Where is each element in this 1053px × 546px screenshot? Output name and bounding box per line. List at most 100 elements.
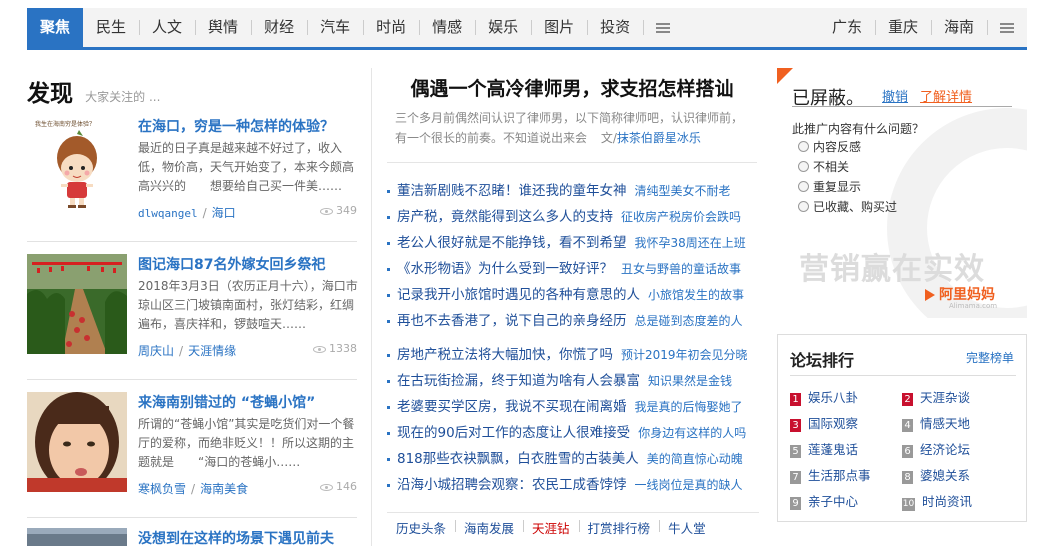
rank-badge: 7	[790, 471, 801, 484]
tab-region-hainan[interactable]: 海南	[930, 8, 987, 47]
feedback-option[interactable]: 重复显示	[798, 178, 861, 195]
news-subline[interactable]: 预计2019年初会见分晓	[621, 348, 748, 362]
article-card: 没想到在这样的场景下遇见前夫	[27, 528, 357, 546]
article-thumbnail[interactable]: 我生在海南穷是体验？	[27, 116, 127, 216]
article-board[interactable]: 海口	[212, 206, 236, 220]
radio-icon[interactable]	[798, 141, 809, 152]
tab-finance[interactable]: 财经	[251, 8, 307, 47]
news-headline[interactable]: 房地产税立法将大幅加快，你慌了吗	[397, 347, 613, 363]
tab-region-chongqing[interactable]: 重庆	[874, 8, 931, 47]
more-channels-button[interactable]	[643, 8, 683, 47]
news-subline[interactable]: 征收房产税房价会跌吗	[621, 210, 741, 224]
news-item: 房产税，竟然能得到这么多人的支持 征收房产税房价会跌吗	[387, 204, 759, 230]
article-excerpt: 2018年3月3日（农历正月十六），海口市琼山区三门坡镇南面村，张灯结彩，红绸遍…	[138, 279, 358, 331]
news-subline[interactable]: 我怀孕38周还在上班	[635, 236, 746, 250]
news-subline[interactable]: 美的简直惊心动魄	[647, 452, 743, 466]
news-list: 房地产税立法将大幅加快，你慌了吗 预计2019年初会见分晓 在古玩街捡漏，终于知道…	[387, 342, 759, 498]
tab-fashion[interactable]: 时尚	[363, 8, 419, 47]
discover-title: 发现	[27, 81, 73, 107]
news-headline[interactable]: 老婆要买学区房，我说不买现在闹离婚	[397, 399, 627, 415]
menu-icon	[1000, 22, 1014, 33]
full-list-link[interactable]: 完整榜单	[966, 349, 1014, 366]
tab-emotion[interactable]: 情感	[419, 8, 475, 47]
news-headline[interactable]: 现在的90后对工作的态度让人很难接受	[397, 425, 630, 441]
tab-culture[interactable]: 人文	[139, 8, 195, 47]
news-subline[interactable]: 你身边有这样的人吗	[638, 426, 746, 440]
news-subline[interactable]: 清纯型美女不耐老	[635, 184, 731, 198]
forum-rank-item[interactable]: 8 婆媳关系	[902, 465, 970, 484]
alimama-logo: 阿里妈妈	[925, 284, 995, 304]
learn-more-link[interactable]: 了解详情	[920, 86, 972, 105]
radio-icon[interactable]	[798, 201, 809, 212]
featured-title[interactable]: 偶遇一个高冷律师男，求支招怎样搭讪	[387, 70, 757, 108]
news-subline[interactable]: 总是碰到态度差的人	[635, 314, 743, 328]
article-thumbnail[interactable]	[27, 528, 127, 546]
feedback-option[interactable]: 已收藏、购买过	[798, 198, 897, 215]
forum-rank-item[interactable]: 3 国际观察	[790, 413, 858, 432]
forum-rank-item[interactable]: 6 经济论坛	[902, 439, 970, 458]
article-thumbnail[interactable]	[27, 392, 127, 492]
news-headline[interactable]: 董洁新剧贱不忍睹！谁还我的童年女神	[397, 183, 627, 199]
undo-link[interactable]: 撤销	[882, 86, 908, 105]
forum-rank-item[interactable]: 1 娱乐八卦	[790, 387, 858, 406]
forum-rank-item[interactable]: 10 时尚资讯	[902, 491, 972, 511]
news-subline[interactable]: 丑女与野兽的童话故事	[621, 262, 741, 276]
article-title[interactable]: 图记海口87名外嫁女回乡祭祀	[138, 254, 358, 274]
radio-icon[interactable]	[798, 181, 809, 192]
news-headline[interactable]: 房产税，竟然能得到这么多人的支持	[397, 209, 613, 225]
tab-entertainment[interactable]: 娱乐	[475, 8, 531, 47]
featured-author[interactable]: 抹茶伯爵星冰乐	[617, 131, 701, 145]
news-headline[interactable]: 老公人很好就是不能挣钱，看不到希望	[397, 235, 627, 251]
forum-ranking-title: 论坛排行	[790, 351, 855, 370]
article-card: 来海南别错过的 “苍蝇小馆” 所谓的“苍蝇小馆”其实是吃货们对一个餐厅的爱称，而…	[27, 392, 357, 518]
eye-icon	[320, 483, 333, 491]
news-headline[interactable]: 再也不去香港了，说下自己的亲身经历	[397, 313, 627, 329]
tab-region-guangdong[interactable]: 广东	[819, 8, 875, 47]
article-author[interactable]: 周庆山	[138, 344, 174, 358]
tab-auto[interactable]: 汽车	[307, 8, 363, 47]
tab-pictures[interactable]: 图片	[531, 8, 587, 47]
news-headline[interactable]: 记录我开小旅馆时遇见的各种有意思的人	[397, 287, 640, 303]
feedback-question: 此推广内容有什么问题？	[792, 122, 925, 136]
news-headline[interactable]: 《水形物语》为什么受到一致好评？	[397, 261, 613, 277]
article-board[interactable]: 天涯情缘	[188, 344, 236, 358]
news-subline[interactable]: 我是真的后悔娶她了	[635, 400, 743, 414]
feedback-option[interactable]: 内容反感	[798, 138, 861, 155]
tab-livelihood[interactable]: 民生	[83, 8, 139, 47]
link-history-headlines[interactable]: 历史头条	[387, 518, 455, 537]
rank-badge: 2	[902, 393, 913, 406]
ad-watermark: 营销赢在实效	[799, 252, 985, 287]
link-tianya-diamond[interactable]: 天涯钻	[523, 518, 579, 537]
news-subline[interactable]: 小旅馆发生的故事	[648, 288, 744, 302]
article-board[interactable]: 海南美食	[200, 482, 248, 496]
news-headline[interactable]: 沿海小城招聘会观察：农民工成香饽饽	[397, 477, 627, 493]
tab-focus[interactable]: 聚焦	[27, 8, 84, 47]
article-title[interactable]: 没想到在这样的场景下遇见前夫	[138, 528, 357, 546]
article-author[interactable]: 寒枫负雪	[138, 482, 186, 496]
article-thumbnail[interactable]	[27, 254, 127, 354]
article-title[interactable]: 在海口，穷是一种怎样的体验？	[138, 116, 358, 136]
cartoon-girl-image: 我生在海南穷是体验？	[27, 116, 127, 216]
radio-icon[interactable]	[798, 161, 809, 172]
rank-badge: 9	[790, 497, 801, 510]
feedback-option[interactable]: 不相关	[798, 158, 849, 175]
news-headline[interactable]: 818那些衣袂飘飘，白衣胜雪的古装美人	[397, 451, 639, 467]
news-subline[interactable]: 一线岗位是真的缺人	[635, 478, 743, 492]
forum-rank-item[interactable]: 7 生活那点事	[790, 465, 871, 484]
forum-rank-item[interactable]: 4 情感天地	[902, 413, 970, 432]
link-talent-hall[interactable]: 牛人堂	[659, 518, 715, 537]
article-author[interactable]: dlwqangel	[138, 207, 198, 220]
news-headline[interactable]: 在古玩街捡漏，终于知道为啥有人会暴富	[397, 373, 640, 389]
link-hainan-development[interactable]: 海南发展	[455, 518, 523, 537]
forum-rank-item[interactable]: 5 莲蓬鬼话	[790, 439, 858, 458]
article-title[interactable]: 来海南别错过的 “苍蝇小馆”	[138, 392, 358, 412]
tab-public-opinion[interactable]: 舆情	[195, 8, 251, 47]
link-tip-ranking[interactable]: 打赏排行榜	[578, 518, 660, 537]
rank-badge: 6	[902, 445, 913, 458]
eye-icon	[313, 345, 326, 353]
forum-rank-item[interactable]: 2 天涯杂谈	[902, 387, 970, 406]
tab-investment[interactable]: 投资	[587, 8, 643, 47]
more-regions-button[interactable]	[987, 8, 1027, 47]
forum-rank-item[interactable]: 9 亲子中心	[790, 491, 858, 510]
news-subline[interactable]: 知识果然是金钱	[648, 374, 732, 388]
